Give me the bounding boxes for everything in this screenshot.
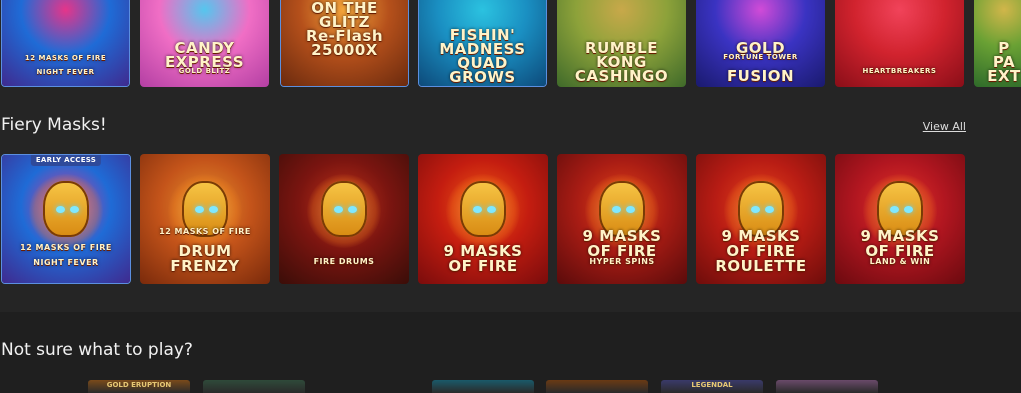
game-title-text: HEARTBREAKERS: [862, 67, 937, 75]
game-tile[interactable]: 9 MASKS OF FIRE: [418, 154, 548, 284]
game-title-text: 12 MASKS OF FIRE: [159, 227, 251, 236]
section-title: Fiery Masks!: [1, 115, 107, 135]
next-section-title: Not sure what to play?: [1, 340, 193, 360]
mask-eye-icon: [487, 206, 496, 213]
game-title-text: FIRE DRUMS: [313, 257, 375, 266]
game-tile[interactable]: 12 MASKS OF FIRE NIGHT FEVER EARLY ACCESS: [1, 154, 131, 284]
game-title-text: CASHINGO: [574, 67, 669, 85]
game-title-text: LEGENDAL: [691, 381, 733, 389]
game-title-text: 12 MASKS OF FIRE: [20, 243, 112, 252]
game-tile[interactable]: FISHIN' MADNESS QUAD GROWS: [418, 0, 547, 87]
game-title-text: ROULETTE: [715, 257, 807, 275]
mask-eye-icon: [612, 206, 621, 213]
game-tile[interactable]: GOLD ERUPTION: [88, 380, 190, 393]
game-title-text: LAND & WIN: [869, 257, 931, 266]
game-tile[interactable]: 9 MASKS OF FIRE LAND & WIN: [835, 154, 965, 284]
game-title-text: 12 MASKS OF FIRE: [24, 54, 107, 62]
mask-eye-icon: [195, 206, 204, 213]
game-title-text: FRENZY: [170, 257, 240, 275]
game-tile[interactable]: [203, 380, 305, 393]
game-title-text: NIGHT FEVER: [33, 258, 99, 267]
game-tile[interactable]: GOLD FORTUNE TOWER FUSION: [696, 0, 825, 87]
game-tile[interactable]: 12 MASKS OF FIRE NIGHT FEVER: [1, 0, 130, 87]
game-title-text: FORTUNE TOWER: [723, 53, 798, 61]
game-title-text: EXT: [987, 67, 1021, 85]
game-tile[interactable]: [432, 380, 534, 393]
game-title-text: HYPER SPINS: [589, 257, 655, 266]
mask-eye-icon: [473, 206, 482, 213]
mask-eye-icon: [209, 206, 218, 213]
game-tile[interactable]: FIRE DRUMS: [279, 154, 409, 284]
mask-eye-icon: [626, 206, 635, 213]
view-all-link[interactable]: View All: [923, 120, 966, 133]
early-access-badge: EARLY ACCESS: [30, 155, 102, 166]
game-tile[interactable]: HEARTBREAKERS: [835, 0, 964, 87]
game-title-text: GOLD BLITZ: [178, 67, 231, 75]
fire-mask-icon: [460, 180, 506, 237]
mask-eye-icon: [904, 206, 913, 213]
game-tile[interactable]: LEGENDAL: [661, 380, 763, 393]
fire-mask-icon: [43, 180, 89, 237]
mask-eye-icon: [334, 206, 343, 213]
game-tile[interactable]: [776, 380, 878, 393]
game-tile[interactable]: ON THE GLITZ Re-Flash 25000X: [280, 0, 409, 87]
game-title-text: GOLD ERUPTION: [106, 381, 172, 389]
game-tile[interactable]: P PA EXT: [974, 0, 1021, 87]
fire-mask-icon: [321, 180, 367, 237]
mask-eye-icon: [890, 206, 899, 213]
mask-eye-icon: [751, 206, 760, 213]
game-tile[interactable]: [546, 380, 648, 393]
game-title-text: OF FIRE: [448, 257, 518, 275]
game-title-text: NIGHT FEVER: [36, 68, 95, 76]
game-tile[interactable]: 9 MASKS OF FIRE HYPER SPINS: [557, 154, 687, 284]
game-title-text: GROWS: [449, 68, 516, 86]
game-title-text: FUSION: [726, 67, 795, 85]
game-tile[interactable]: 12 MASKS OF FIRE DRUM FRENZY: [140, 154, 270, 284]
mask-eye-icon: [765, 206, 774, 213]
game-title-text: 25000X: [311, 41, 378, 59]
game-tile[interactable]: RUMBLE KONG CASHINGO: [557, 0, 686, 87]
mask-eye-icon: [348, 206, 357, 213]
game-tile[interactable]: 9 MASKS OF FIRE ROULETTE: [696, 154, 826, 284]
game-tile[interactable]: CANDY EXPRESS GOLD BLITZ: [140, 0, 269, 87]
